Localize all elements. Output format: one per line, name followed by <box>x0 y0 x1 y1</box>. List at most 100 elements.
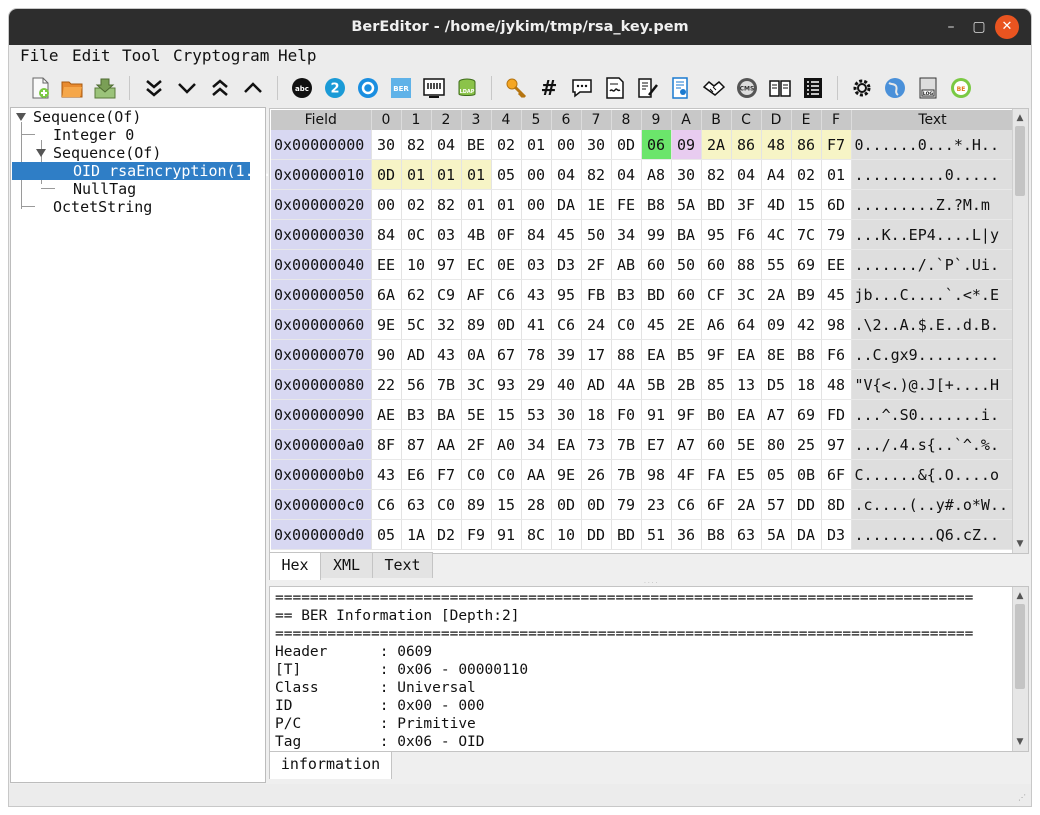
hex-byte[interactable]: C6 <box>671 489 702 520</box>
hex-byte[interactable]: 82 <box>581 159 612 190</box>
hex-row[interactable]: 0x00000070 90 AD 43 0A 67 78 39 17 88 EA B5 9F EA 8E B8… <box>271 339 1015 370</box>
hex-byte[interactable]: 2A <box>731 489 762 520</box>
hex-byte[interactable]: 80 <box>761 429 792 460</box>
hex-byte[interactable]: D3 <box>821 519 852 550</box>
print-log-icon[interactable]: LOG <box>914 74 942 102</box>
hex-byte[interactable]: 13 <box>731 369 762 400</box>
hex-byte[interactable]: C0 <box>611 309 642 340</box>
hex-byte[interactable]: 69 <box>791 399 822 430</box>
hex-byte[interactable]: 88 <box>611 339 642 370</box>
hex-byte[interactable]: 51 <box>641 519 672 550</box>
hex-byte[interactable]: C0 <box>431 489 462 520</box>
hex-byte[interactable]: 18 <box>581 399 612 430</box>
hex-byte[interactable]: 45 <box>551 219 582 250</box>
hex-byte[interactable]: 4C <box>761 219 792 250</box>
hex-byte[interactable]: 53 <box>521 399 552 430</box>
hex-byte[interactable]: BE <box>461 130 492 160</box>
hex-byte[interactable]: 3C <box>461 369 492 400</box>
tab-hex[interactable]: Hex <box>269 552 321 580</box>
tree-node[interactable]: OctetString <box>53 198 152 216</box>
hex-byte[interactable]: 40 <box>551 369 582 400</box>
cms-icon[interactable]: CMS <box>733 74 761 102</box>
hex-byte[interactable]: 25 <box>791 429 822 460</box>
hex-byte[interactable]: E5 <box>731 459 762 490</box>
splitter-handle[interactable]: · · · · · <box>644 580 658 594</box>
hex-byte[interactable]: 02 <box>401 189 432 220</box>
hex-byte[interactable]: 04 <box>431 130 462 160</box>
hex-byte[interactable]: CF <box>701 279 732 310</box>
hex-byte[interactable]: 62 <box>401 279 432 310</box>
hex-byte[interactable]: A8 <box>641 159 672 190</box>
hex-byte[interactable]: E7 <box>641 429 672 460</box>
hex-byte[interactable]: 00 <box>371 189 402 220</box>
hex-byte[interactable]: FE <box>611 189 642 220</box>
base64-icon[interactable]: 2 <box>321 74 349 102</box>
hex-byte[interactable]: 90 <box>371 339 402 370</box>
hex-byte[interactable]: 01 <box>461 159 492 190</box>
hex-byte[interactable]: 6D <box>821 189 852 220</box>
hex-byte[interactable]: 45 <box>641 309 672 340</box>
scroll-up-icon[interactable]: ▲ <box>1013 111 1027 125</box>
hex-byte[interactable]: 56 <box>401 369 432 400</box>
hex-byte[interactable]: 48 <box>761 130 792 160</box>
hex-byte[interactable]: E6 <box>401 459 432 490</box>
web-icon[interactable] <box>881 74 909 102</box>
hex-byte[interactable]: 05 <box>761 459 792 490</box>
hex-byte[interactable]: 36 <box>671 519 702 550</box>
hex-byte[interactable]: 5B <box>641 369 672 400</box>
expand-all-icon[interactable] <box>140 74 168 102</box>
scroll-thumb[interactable] <box>1015 604 1025 689</box>
hex-row[interactable]: 0x00000010 0D 01 01 01 05 00 04 82 04 A8 30 82 04 A4 02… <box>271 159 1015 190</box>
hex-byte[interactable]: 9E <box>551 459 582 490</box>
hex-byte[interactable]: 89 <box>461 309 492 340</box>
hex-byte[interactable]: C6 <box>491 279 522 310</box>
hex-byte[interactable]: 01 <box>491 189 522 220</box>
hex-byte[interactable]: FA <box>701 459 732 490</box>
ber-icon[interactable]: BER <box>387 74 415 102</box>
ldap-icon[interactable]: LDAP <box>453 74 481 102</box>
hex-byte[interactable]: 9E <box>371 309 402 340</box>
hex-byte[interactable]: 95 <box>701 219 732 250</box>
data-encode-icon[interactable] <box>420 74 448 102</box>
tab-text[interactable]: Text <box>372 552 433 578</box>
tree-node[interactable]: Sequence(Of) <box>53 144 161 162</box>
hex-byte[interactable]: 97 <box>821 429 852 460</box>
hex-byte[interactable]: 7B <box>611 429 642 460</box>
hex-byte[interactable]: 6F <box>701 489 732 520</box>
hex-byte[interactable]: BD <box>641 279 672 310</box>
hex-byte[interactable]: 8F <box>371 429 402 460</box>
hex-byte[interactable]: B8 <box>641 189 672 220</box>
message-icon[interactable] <box>568 74 596 102</box>
hex-byte[interactable]: 10 <box>401 249 432 280</box>
hex-byte[interactable]: EC <box>461 249 492 280</box>
hex-byte[interactable]: 2A <box>761 279 792 310</box>
verify-icon[interactable] <box>634 74 662 102</box>
menu-edit[interactable]: Edit <box>72 45 111 67</box>
hex-byte[interactable]: 15 <box>791 189 822 220</box>
hex-byte[interactable]: 34 <box>521 429 552 460</box>
hex-byte[interactable]: 6A <box>371 279 402 310</box>
hex-byte[interactable]: 0E <box>491 249 522 280</box>
hex-byte[interactable]: AA <box>521 459 552 490</box>
hex-byte[interactable]: 00 <box>521 159 552 190</box>
hex-byte[interactable]: FD <box>821 399 852 430</box>
hex-row[interactable]: 0x000000b0 43 E6 F7 C0 C0 AA 9E 26 7B 98 4F FA E5 05 0B… <box>271 459 1015 490</box>
hex-row[interactable]: 0x00000040 EE 10 97 EC 0E 03 D3 2F AB 60 50 60 88 55 69… <box>271 249 1015 280</box>
hex-byte[interactable]: B9 <box>791 279 822 310</box>
hex-byte[interactable]: 8C <box>521 519 552 550</box>
hex-byte[interactable]: DA <box>791 519 822 550</box>
hex-row[interactable]: 0x00000050 6A 62 C9 AF C6 43 95 FB B3 BD 60 CF 3C 2A B9… <box>271 279 1015 310</box>
hex-byte[interactable]: DD <box>791 489 822 520</box>
hex-byte[interactable]: 8D <box>821 489 852 520</box>
hex-byte[interactable]: 0C <box>401 219 432 250</box>
oid-icon[interactable] <box>354 74 382 102</box>
hex-byte[interactable]: C0 <box>491 459 522 490</box>
hex-byte[interactable]: 86 <box>791 130 822 160</box>
hex-byte[interactable]: 98 <box>641 459 672 490</box>
hex-byte[interactable]: 91 <box>491 519 522 550</box>
hex-byte[interactable]: 18 <box>791 369 822 400</box>
hash-icon[interactable]: # <box>535 74 563 102</box>
hex-byte[interactable]: 45 <box>821 279 852 310</box>
hex-byte[interactable]: AF <box>461 279 492 310</box>
hex-byte[interactable]: 05 <box>491 159 522 190</box>
